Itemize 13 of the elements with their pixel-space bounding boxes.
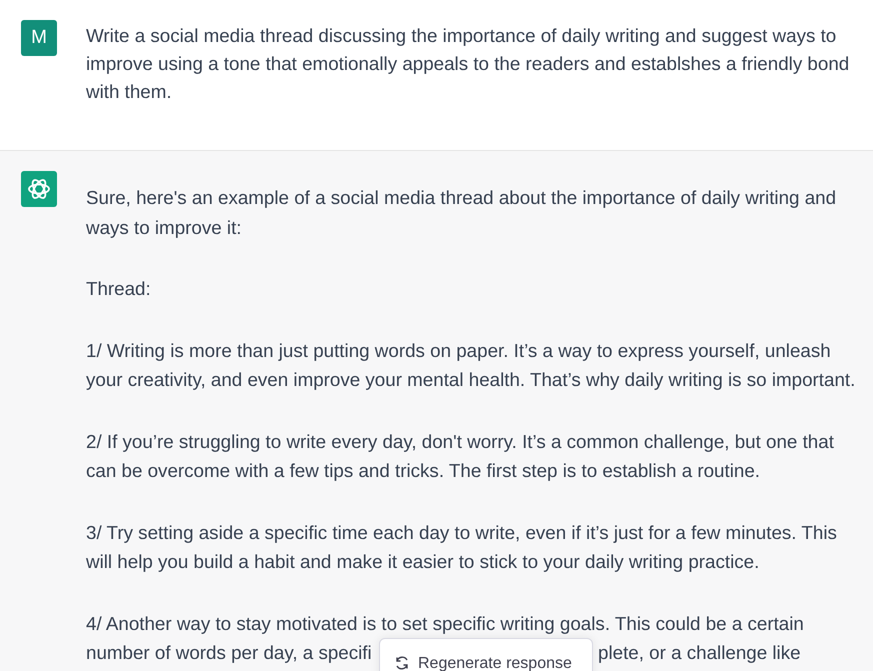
message-paragraph: 1/ Writing is more than just putting words on paper. It’s a way to express yourself, unleash your creativity, and even improve your mental health. That’s why daily writing is so important.: [86, 338, 856, 392]
message-line: number of words per day, a specifi: [86, 642, 372, 663]
message-line: 4/ Another way to stay motivated is to set specific writing goals. This could be a certain: [86, 612, 804, 636]
regenerate-button[interactable]: Regenerate response: [379, 638, 593, 671]
message-paragraph: 2/ If you’re struggling to write every day, don't worry. It’s a common challenge, but one that can be overcome with a few tips and tricks. The first step is to establish a routine.: [86, 430, 835, 483]
user-avatar: M: [21, 20, 57, 56]
message-paragraph: Sure, here's an example of a social media thread about the importance of daily writing and ways to improve it:: [86, 186, 838, 240]
message-paragraph: Thread:: [86, 277, 152, 301]
message-paragraph: 3/ Try setting aside a specific time each day to write, even if it’s just for a few minutes. This will help you build a habit and make it easier to stick to your daily writing practice.: [86, 520, 838, 574]
message-line: plete, or a challenge like: [598, 641, 801, 665]
knot-icon: [26, 176, 52, 202]
refresh-icon: [394, 655, 410, 671]
user-message: Write a social media thread discussing the importance of daily writing and suggest ways to improve using a tone that emotionally appeals to the readers and establshes a friendly bond with them.: [86, 24, 850, 104]
